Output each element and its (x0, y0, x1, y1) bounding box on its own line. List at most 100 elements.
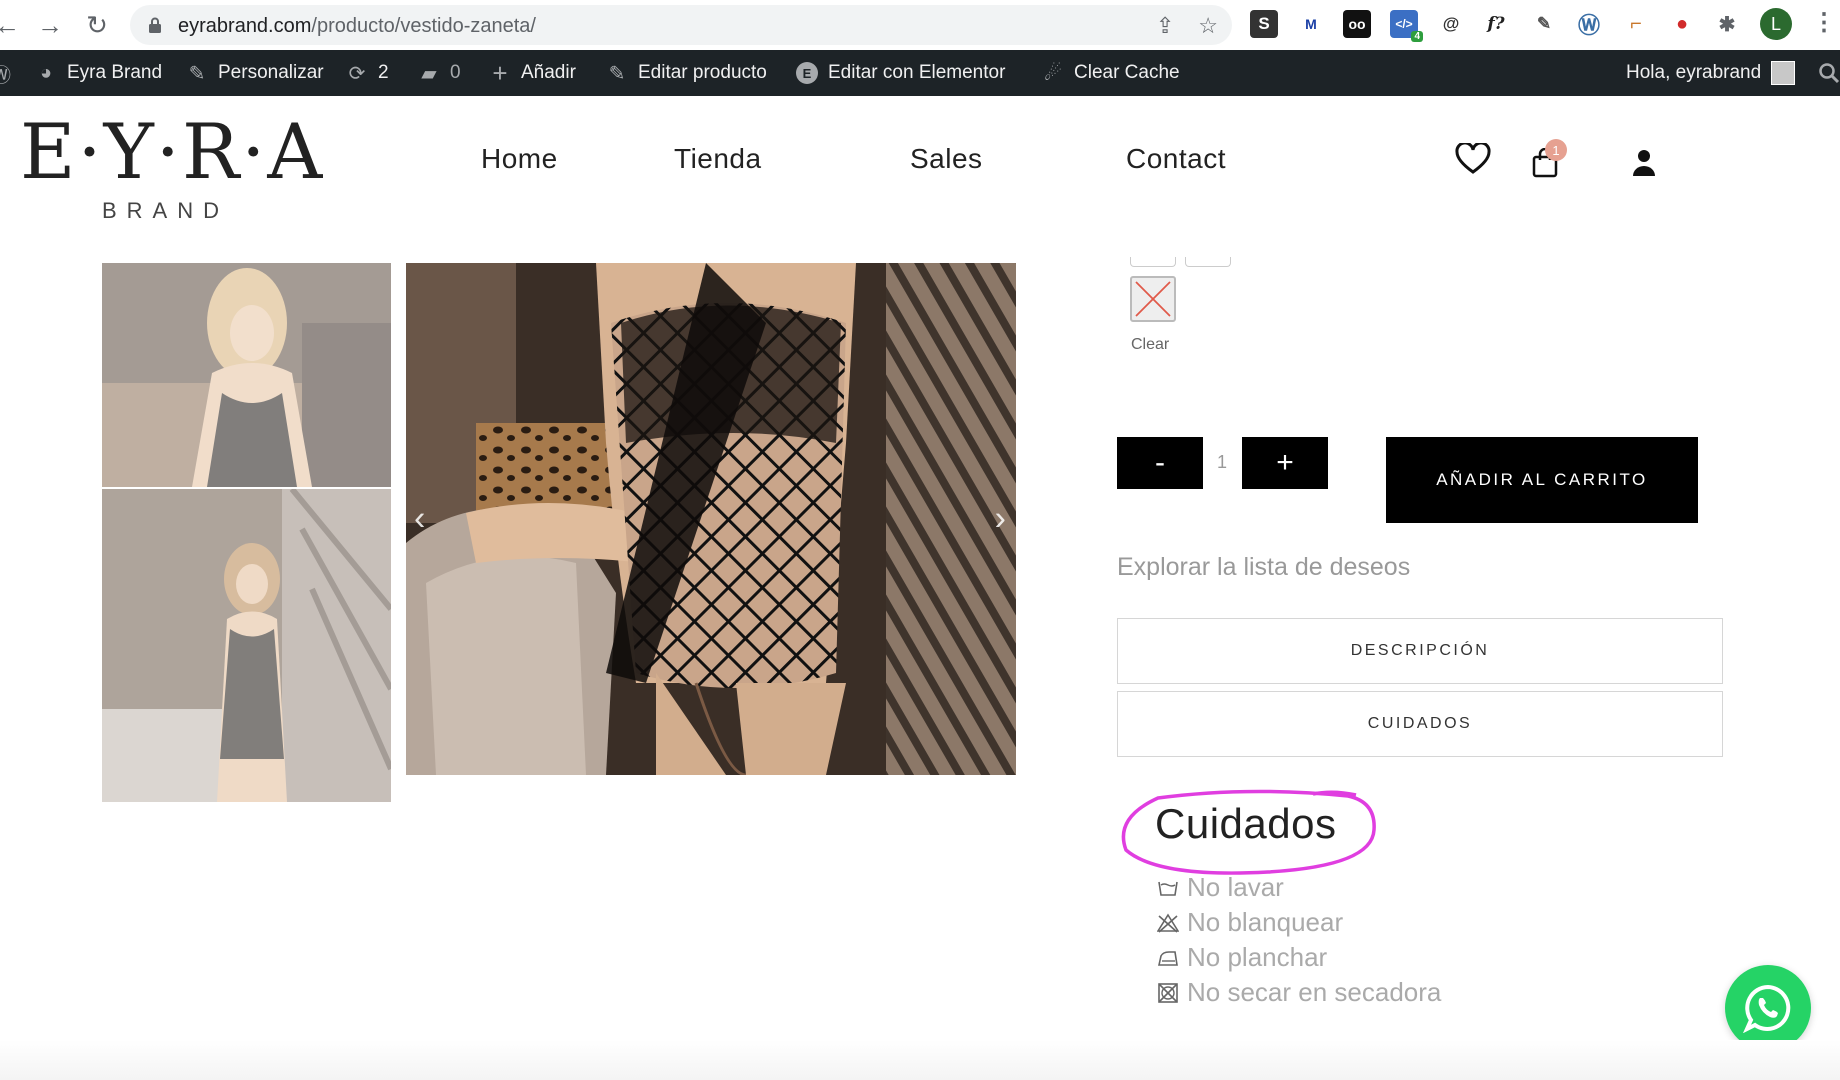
accordion-descripcion[interactable]: DESCRIPCIÓN (1117, 618, 1723, 684)
nav-sales[interactable]: Sales (910, 143, 983, 175)
account-user-icon[interactable] (1632, 149, 1656, 177)
quantity-decrease-button[interactable]: - (1117, 437, 1203, 489)
lock-icon (149, 17, 161, 33)
browse-wishlist-link[interactable]: Explorar la lista de deseos (1117, 553, 1410, 582)
address-bar[interactable]: eyrabrand.com/producto/vestido-zaneta/ ⇪… (130, 5, 1232, 45)
no-iron-icon (1158, 950, 1178, 966)
main-product-image[interactable]: ‹ › (406, 263, 1016, 775)
logo-subtitle: BRAND (102, 198, 230, 223)
browser-toolbar: ← → ↻ eyrabrand.com/producto/vestido-zan… (0, 0, 1840, 50)
clear-x-icon (1135, 281, 1171, 317)
back-icon[interactable]: ← (0, 10, 22, 40)
bookmark-star-icon[interactable]: ☆ (1198, 13, 1218, 39)
eyedropper-icon[interactable]: ✎ (1530, 10, 1558, 38)
admin-edit-product[interactable]: ✎ Editar producto (606, 50, 767, 96)
wishlist-heart-icon[interactable] (1455, 143, 1491, 175)
wordpress-logo-icon[interactable]: Ⓦ (0, 50, 12, 96)
updates-icon: ⟳ (348, 62, 366, 85)
profile-avatar[interactable]: L (1760, 8, 1792, 40)
admin-elementor[interactable]: E Editar con Elementor (796, 50, 1005, 96)
nav-tienda[interactable]: Tienda (674, 143, 762, 175)
admin-site-name[interactable]: ◕ Eyra Brand (35, 50, 162, 96)
thumbnail-2-photo (102, 489, 391, 802)
puzzle-icon[interactable]: ✱ (1713, 10, 1741, 38)
admin-updates-count: 2 (378, 62, 389, 83)
logo-wordmark: E·Y·R·A (20, 107, 325, 196)
admin-greeting: Hola, eyrabrand (1626, 62, 1762, 83)
no-bleach-icon (1157, 912, 1179, 933)
main-product-photo (406, 263, 1016, 775)
thumbnail-1-photo (102, 263, 391, 487)
admin-add-new-label: Añadir (521, 62, 576, 83)
admin-add-new[interactable]: + Añadir (489, 50, 576, 96)
share-icon[interactable]: ⇪ (1156, 13, 1174, 39)
accordion-cuidados[interactable]: CUIDADOS (1117, 691, 1723, 757)
cheetah-icon: ☄ (1044, 62, 1062, 85)
clear-label: Clear (1131, 336, 1170, 353)
care-item-no-tumble-dry: No secar en secadora (1157, 977, 1441, 1008)
admin-search-icon[interactable] (1818, 50, 1840, 96)
admin-elementor-label: Editar con Elementor (828, 62, 1006, 83)
cart-count-badge: 1 (1545, 139, 1567, 161)
pencil-icon: ✎ (608, 62, 626, 85)
admin-account[interactable]: Hola, eyrabrand (1626, 50, 1796, 96)
brush-icon: ✎ (188, 62, 206, 85)
url-path: /producto/vestido-zaneta/ (311, 15, 536, 37)
extension-font-icon[interactable]: f? (1482, 10, 1510, 38)
nav-home[interactable]: Home (481, 143, 558, 175)
whatsapp-icon (1743, 984, 1791, 1033)
admin-comments-count: 0 (450, 62, 461, 83)
extension-m-icon[interactable]: M (1297, 10, 1325, 38)
gallery-thumbnail-1[interactable] (102, 263, 391, 487)
reload-icon[interactable]: ↻ (82, 10, 112, 40)
ruler-icon[interactable]: ⌐ (1622, 10, 1650, 38)
extension-s-icon[interactable]: S (1250, 10, 1278, 38)
site-logo[interactable]: E·Y·R·A BRAND (20, 107, 325, 232)
gallery-thumbnail-2[interactable] (102, 489, 391, 802)
plus-icon: + (492, 57, 508, 88)
quantity-input[interactable]: 1 (1210, 452, 1234, 473)
menu-kebab-icon[interactable]: ⋮ (1812, 8, 1836, 37)
care-item-no-tumble-dry-label: No secar en secadora (1187, 977, 1442, 1007)
wp-admin-bar: Ⓦ ◕ Eyra Brand ✎ Personalizar ⟳ 2 ▰ 0 + … (0, 50, 1840, 96)
color-swatch[interactable] (1130, 257, 1176, 267)
gallery-prev-icon[interactable]: ‹ (414, 500, 425, 539)
whatsapp-chat-button[interactable] (1725, 965, 1811, 1051)
extension-code-icon[interactable]: </> 4 (1390, 10, 1423, 42)
add-to-cart-button[interactable]: AÑADIR AL CARRITO (1386, 437, 1698, 523)
no-wash-icon (1158, 881, 1178, 896)
care-section-title: Cuidados (1155, 800, 1337, 847)
no-tumble-dry-icon (1158, 982, 1178, 1003)
color-swatch[interactable] (1185, 257, 1231, 267)
care-item-no-iron-label: No planchar (1187, 942, 1328, 972)
extension-at-icon[interactable]: @ (1437, 10, 1465, 38)
admin-comments[interactable]: ▰ 0 (418, 50, 461, 96)
care-item-no-bleach-label: No blanquear (1187, 907, 1344, 937)
admin-edit-product-label: Editar producto (638, 62, 767, 83)
admin-updates[interactable]: ⟳ 2 (346, 50, 389, 96)
dashboard-icon: ◕ (39, 61, 53, 84)
extension-code-label: </> (1395, 17, 1413, 31)
page-bottom-edge (0, 1040, 1840, 1080)
care-item-no-wash: No lavar (1157, 872, 1284, 903)
extension-badge: 4 (1411, 31, 1423, 42)
elementor-icon: E (796, 62, 818, 84)
admin-customize-label: Personalizar (218, 62, 324, 83)
admin-clear-cache[interactable]: ☄ Clear Cache (1042, 50, 1180, 96)
url-domain: eyrabrand.com (178, 15, 312, 37)
seo-icon[interactable]: ● (1668, 10, 1696, 38)
gallery-next-icon[interactable]: › (995, 500, 1006, 539)
care-item-no-wash-label: No lavar (1187, 872, 1284, 902)
admin-site-name-label: Eyra Brand (67, 62, 163, 83)
admin-customize[interactable]: ✎ Personalizar (186, 50, 324, 96)
nav-contact[interactable]: Contact (1126, 143, 1226, 175)
comment-icon: ▰ (421, 62, 437, 85)
wordpress-icon[interactable]: Ⓦ (1575, 10, 1603, 38)
quantity-increase-button[interactable]: + (1242, 437, 1328, 489)
care-item-no-iron: No planchar (1157, 942, 1327, 973)
url-text: eyrabrand.com/producto/vestido-zaneta/ (178, 15, 536, 38)
extension-oo-icon[interactable]: oo (1343, 10, 1371, 38)
admin-clear-cache-label: Clear Cache (1074, 62, 1180, 83)
forward-icon[interactable]: → (35, 10, 65, 40)
clear-selection-swatch[interactable] (1130, 276, 1176, 322)
